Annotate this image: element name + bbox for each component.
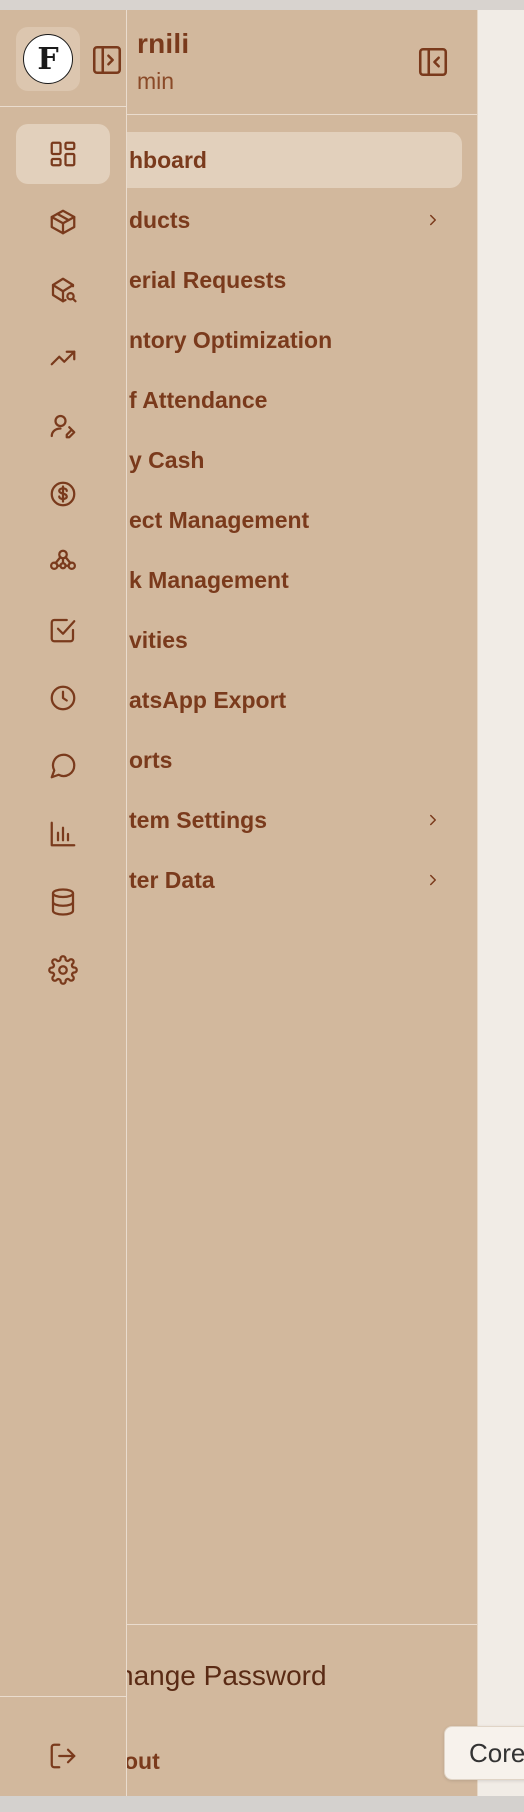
database-icon[interactable] bbox=[16, 872, 110, 932]
sidebar-item-label: ter Data bbox=[129, 866, 215, 893]
top-bar bbox=[0, 0, 524, 10]
trending-up-icon[interactable] bbox=[16, 328, 110, 388]
gear-icon[interactable] bbox=[16, 940, 110, 1000]
main-content bbox=[477, 10, 524, 1796]
rail-divider bbox=[0, 106, 126, 107]
user-edit-icon[interactable] bbox=[16, 396, 110, 456]
collapse-sidebar-icon[interactable] bbox=[416, 45, 450, 79]
brand-name: rnili bbox=[137, 28, 190, 59]
checkbox-icon[interactable] bbox=[16, 600, 110, 660]
sidebar-item-label: k Management bbox=[129, 566, 289, 593]
box-search-icon[interactable] bbox=[16, 260, 110, 320]
chevron-right-icon bbox=[430, 214, 436, 226]
brand-role: min bbox=[137, 68, 175, 94]
dashboard-icon[interactable] bbox=[16, 124, 110, 184]
sidebar-item-label: ect Management bbox=[129, 506, 310, 533]
dollar-circle-icon[interactable] bbox=[16, 464, 110, 524]
bar-chart-icon[interactable] bbox=[16, 804, 110, 864]
sidebar-item-label: tem Settings bbox=[129, 806, 268, 833]
box-icon[interactable] bbox=[16, 192, 110, 252]
sidebar-item-label: hboard bbox=[129, 146, 207, 173]
sidebar-item-label: erial Requests bbox=[129, 266, 287, 293]
message-icon[interactable] bbox=[16, 736, 110, 796]
sidebar-item-label: ntory Optimization bbox=[129, 326, 333, 353]
company-logo: F bbox=[23, 34, 73, 84]
sidebar-item-label: ducts bbox=[129, 206, 191, 233]
network-icon[interactable] bbox=[16, 532, 110, 592]
chevron-right-icon bbox=[430, 874, 436, 886]
logo-container[interactable]: F bbox=[16, 27, 80, 91]
change-password-link[interactable]: hange Password bbox=[118, 1660, 327, 1692]
sidebar-item-label: orts bbox=[129, 746, 173, 773]
chevron-right-icon bbox=[430, 814, 436, 826]
bottom-strip bbox=[0, 1796, 524, 1812]
sidebar-item-label: f Attendance bbox=[129, 386, 268, 413]
core-chip[interactable]: Core bbox=[444, 1726, 524, 1780]
logout-icon[interactable] bbox=[16, 1726, 110, 1786]
core-chip-label: Core bbox=[469, 1738, 524, 1768]
sidebar-item-label: vities bbox=[129, 626, 188, 653]
clock-icon[interactable] bbox=[16, 668, 110, 728]
sidebar-item-label: atsApp Export bbox=[129, 686, 287, 713]
expand-sidebar-icon[interactable] bbox=[90, 43, 124, 77]
sidebar-item-label: y Cash bbox=[129, 446, 205, 473]
rail-footer-divider bbox=[0, 1696, 126, 1697]
logout-link[interactable]: out bbox=[124, 1748, 160, 1775]
collapsed-rail: F bbox=[0, 10, 127, 1796]
